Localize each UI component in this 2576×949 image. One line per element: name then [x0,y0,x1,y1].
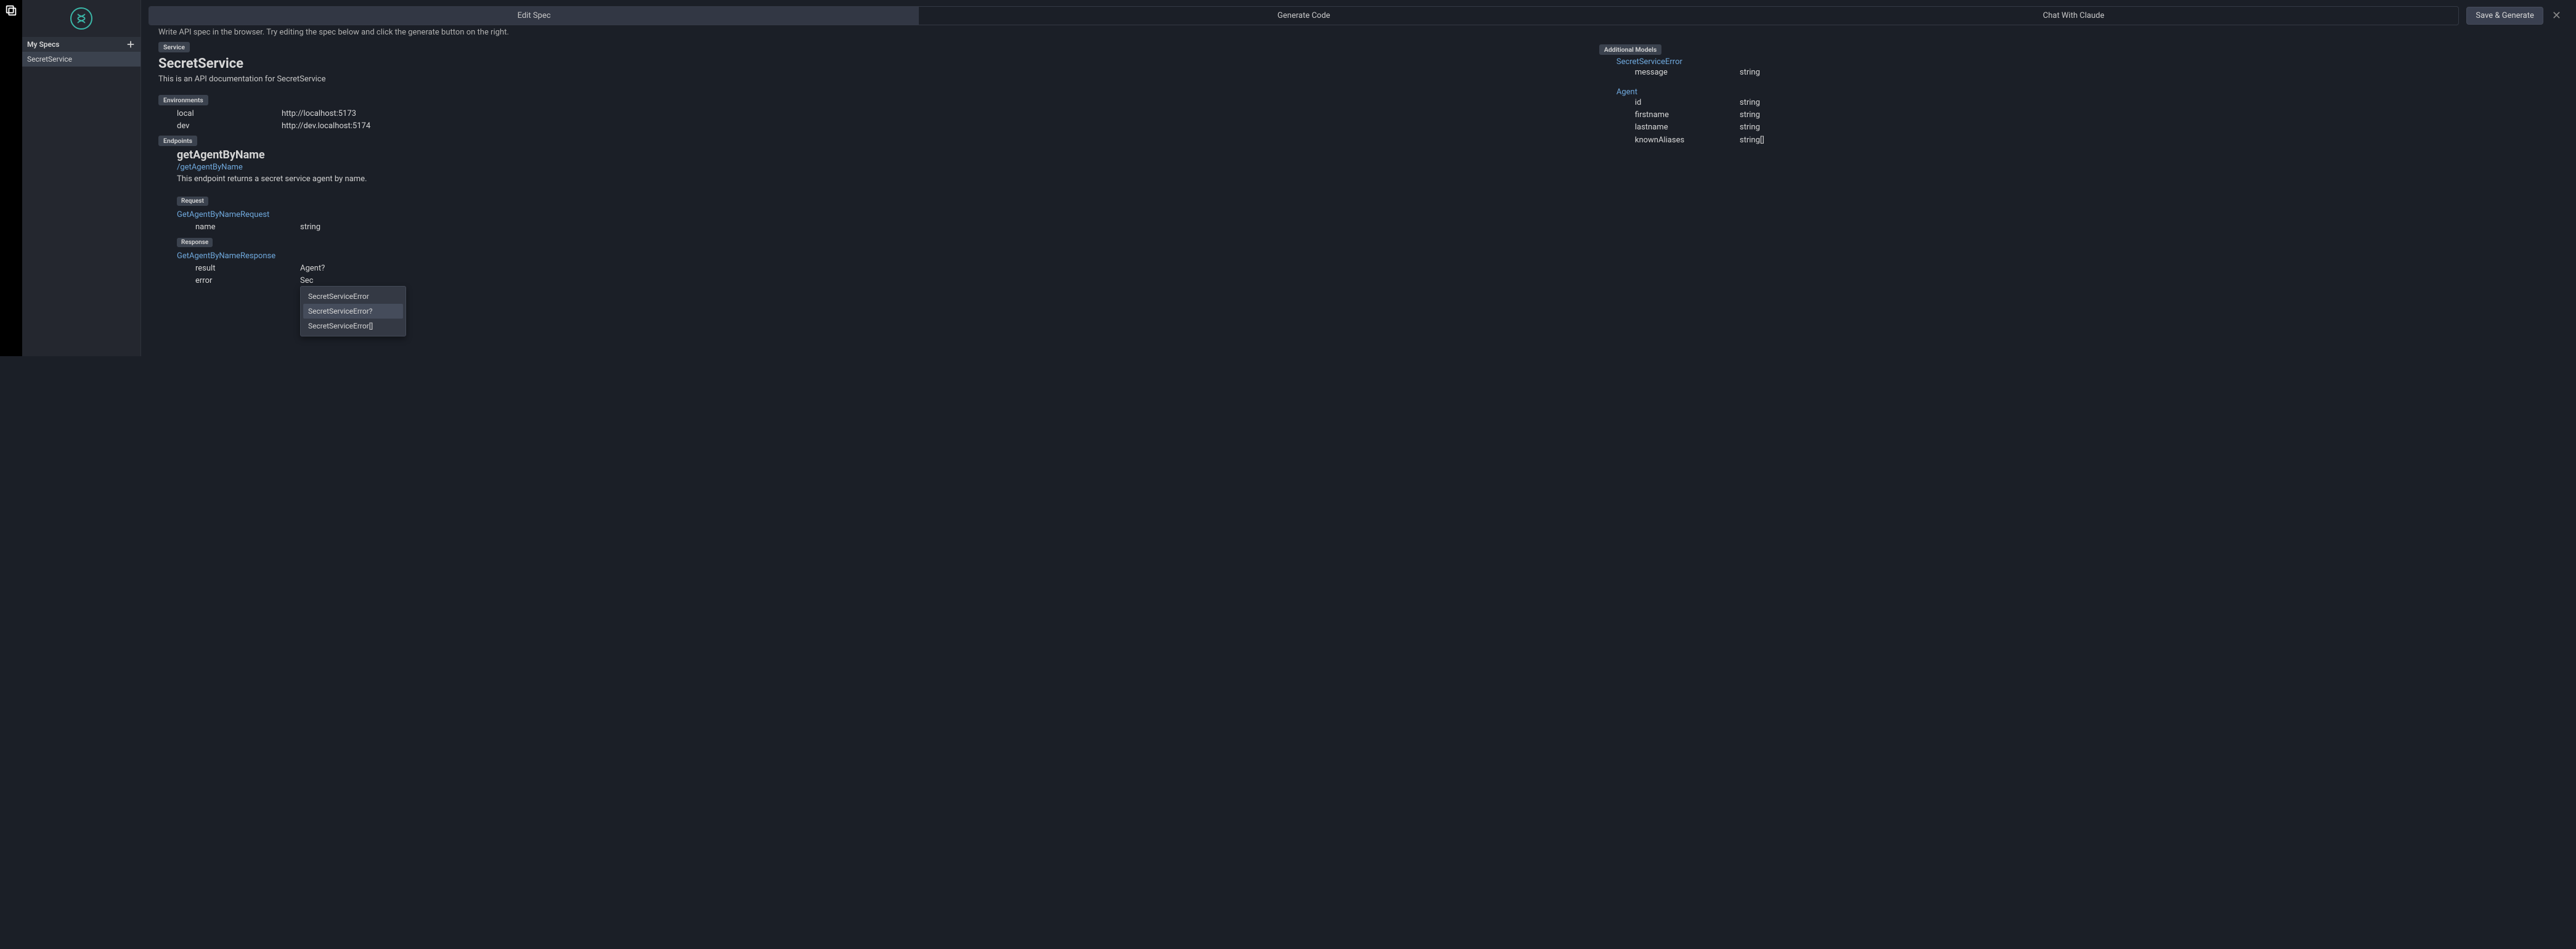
service-description[interactable]: This is an API documentation for SecretS… [158,75,1550,84]
endpoint-path[interactable]: /getAgentByName [177,163,1550,172]
env-row[interactable]: dev http://dev.localhost:5174 [177,120,1550,132]
tabs: Edit Spec Generate Code Chat With Claude [149,6,2459,25]
field-type: string[] [1740,134,1764,147]
spec-column: Service SecretService This is an API doc… [158,42,1550,356]
suggestion-label: SecretServiceError? [308,307,372,316]
field-type-input[interactable]: Sec [300,275,313,287]
field-name: firstname [1635,109,1740,121]
topbar: Edit Spec Generate Code Chat With Claude… [141,0,2576,26]
response-tag: Response [177,238,213,247]
tab-label: Chat With Claude [2043,11,2105,20]
models-column: Additional Models SecretServiceError mes… [1599,42,2559,356]
field-type: Agent? [300,263,325,275]
env-row[interactable]: local http://localhost:5173 [177,108,1550,120]
field-row[interactable]: error Sec [195,275,1550,287]
env-url: http://dev.localhost:5174 [282,120,370,132]
endpoint-description[interactable]: This endpoint returns a secret service a… [177,174,1550,184]
field-row[interactable]: result Agent? [195,263,1550,275]
model-field[interactable]: knownAliases string[] [1635,134,2559,147]
model-block: SecretServiceError message string [1599,57,2559,79]
endpoint-name[interactable]: getAgentByName [177,149,1550,161]
specs-header: My Specs [22,37,141,52]
request-type[interactable]: GetAgentByNameRequest [177,210,1550,219]
save-button-label: Save & Generate [2476,11,2534,20]
model-field[interactable]: id string [1635,97,2559,109]
model-field[interactable]: message string [1635,67,2559,79]
model-field[interactable]: firstname string [1635,109,2559,121]
close-icon[interactable]: ✕ [2551,9,2562,22]
suggestion-label: SecretServiceError [308,292,369,301]
model-field[interactable]: lastname string [1635,121,2559,134]
main: Edit Spec Generate Code Chat With Claude… [141,0,2576,356]
additional-models-tag: Additional Models [1599,44,1661,55]
instruction-text: Write API spec in the browser. Try editi… [141,26,2576,42]
tab-label: Edit Spec [518,11,551,20]
model-name[interactable]: Agent [1616,88,2559,97]
specs-header-label: My Specs [27,40,59,49]
field-type: string [1740,97,1760,109]
endpoint-block: getAgentByName /getAgentByName This endp… [177,149,1550,336]
env-url: http://localhost:5173 [282,108,356,120]
content: Service SecretService This is an API doc… [141,42,2576,356]
save-generate-button[interactable]: Save & Generate [2466,7,2543,25]
request-tag: Request [177,197,208,206]
field-name: lastname [1635,121,1740,134]
logo-icon [70,7,92,30]
suggestion-item[interactable]: SecretServiceError? [303,304,403,319]
field-name: message [1635,67,1740,79]
tab-generate-code[interactable]: Generate Code [919,7,1689,25]
field-name: result [195,263,300,275]
field-type: string [1740,67,1760,79]
service-title[interactable]: SecretService [158,56,1550,71]
service-tag: Service [158,42,190,52]
response-type[interactable]: GetAgentByNameResponse [177,251,1550,261]
field-type: string [1740,109,1760,121]
add-spec-button[interactable] [126,39,136,49]
field-name: name [195,221,300,234]
tab-chat-with-claude[interactable]: Chat With Claude [1689,7,2458,25]
field-name: knownAliases [1635,134,1740,147]
tab-edit-spec[interactable]: Edit Spec [149,7,919,25]
env-name: dev [177,120,282,132]
field-name: error [195,275,300,287]
left-rail [0,0,22,356]
tab-label: Generate Code [1278,11,1331,20]
logo [22,0,141,37]
suggestion-item[interactable]: SecretServiceError [303,289,403,304]
copy-icon[interactable] [4,4,18,17]
environments-tag: Environments [158,95,208,105]
env-name: local [177,108,282,120]
suggestion-item[interactable]: SecretServiceError[] [303,319,403,333]
field-type: string [1740,121,1760,134]
autocomplete-popup: SecretServiceError SecretServiceError? S… [300,286,406,336]
sidebar-item-label: SecretService [27,55,72,63]
endpoints-tag: Endpoints [158,136,197,146]
model-name[interactable]: SecretServiceError [1616,57,2559,67]
sidebar: My Specs SecretService [22,0,141,356]
field-type: string [300,221,320,234]
model-block: Agent id string firstname string lastnam… [1599,88,2559,147]
field-row[interactable]: name string [195,221,1550,234]
sidebar-item-secretservice[interactable]: SecretService [22,52,141,67]
field-name: id [1635,97,1740,109]
suggestion-label: SecretServiceError[] [308,322,373,330]
